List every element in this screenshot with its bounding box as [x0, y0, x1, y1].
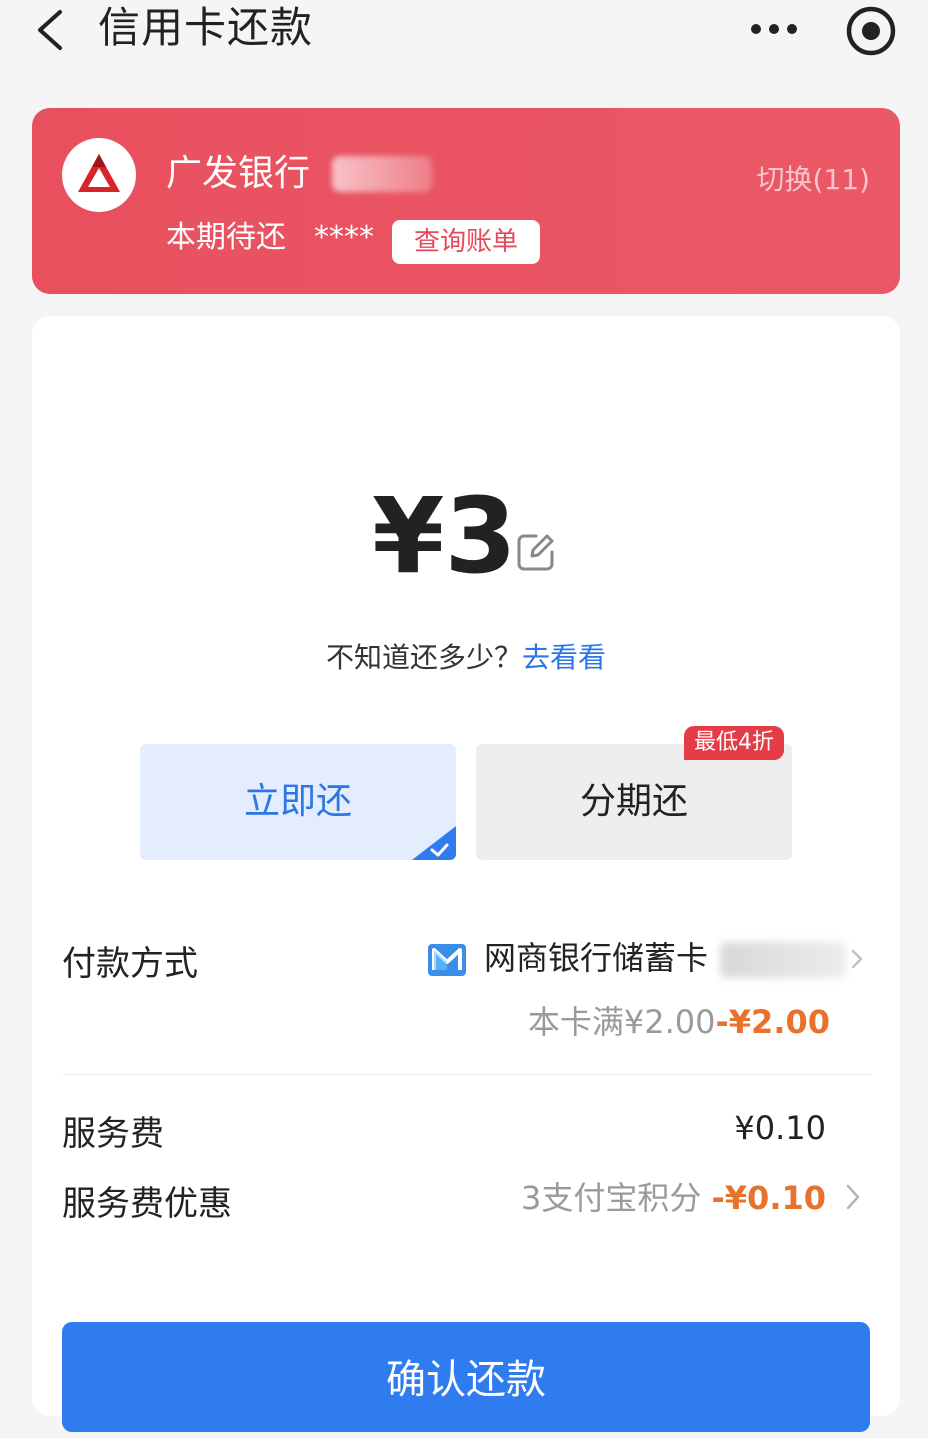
selected-check-icon — [412, 826, 456, 860]
hint-link[interactable]: 去看看 — [522, 641, 606, 674]
bank-logo-icon — [62, 138, 136, 212]
chevron-right-icon[interactable] — [850, 948, 864, 970]
fee-discount-value: -¥0.10 — [711, 1179, 827, 1217]
masked-card-number — [332, 156, 432, 192]
edit-icon[interactable] — [516, 532, 556, 572]
payment-method-label: 付款方式 — [62, 944, 198, 984]
installment-option[interactable]: 分期还 — [476, 744, 792, 860]
card-discount-value: -¥2.00 — [715, 1003, 831, 1041]
divider — [62, 1074, 872, 1075]
bank-card[interactable]: 广发银行 切换(11) 本期待还 **** 查询账单 — [32, 108, 900, 294]
switch-card-link[interactable]: 切换(11) — [757, 158, 870, 198]
page-title: 信用卡还款 — [98, 3, 314, 52]
payment-method-name[interactable]: 网商银行储蓄卡 — [484, 936, 708, 980]
chevron-left-icon[interactable] — [30, 6, 70, 54]
repay-now-label: 立即还 — [243, 781, 352, 822]
mybank-icon — [428, 944, 466, 976]
installment-label: 分期还 — [579, 781, 688, 822]
amount-hint: 不知道还多少？去看看 — [32, 636, 900, 676]
card-discount-condition: 本卡满¥2.00 — [527, 1003, 716, 1041]
fee-discount-detail[interactable]: 3支付宝积分 -¥0.10 — [521, 1176, 826, 1220]
fee-discount-desc: 3支付宝积分 — [520, 1179, 702, 1217]
service-fee-value: ¥0.10 — [734, 1109, 826, 1147]
repay-amount[interactable]: ¥3 — [372, 476, 517, 596]
repay-panel: ¥3 不知道还多少？去看看 立即还 分期还 最低4折 付款方式 网商银行储蓄卡 … — [32, 316, 900, 1432]
fee-discount-label: 服务费优惠 — [62, 1184, 232, 1224]
more-dots-icon[interactable] — [748, 14, 800, 44]
confirm-repay-button[interactable]: 确认还款 — [62, 1322, 870, 1432]
installment-badge: 最低4折 — [684, 726, 784, 760]
service-fee-label: 服务费 — [62, 1114, 164, 1154]
due-value: **** — [314, 220, 374, 255]
bank-name: 广发银行 — [166, 153, 311, 194]
repay-now-option[interactable]: 立即还 — [140, 744, 456, 860]
card-discount-line: 本卡满¥2.00-¥2.00 — [528, 1000, 830, 1044]
top-bar: 信用卡还款 — [0, 0, 928, 70]
target-icon[interactable] — [844, 4, 898, 58]
due-label: 本期待还 — [166, 220, 286, 255]
hint-text: 不知道还多少？ — [325, 641, 522, 674]
masked-account-number — [720, 942, 846, 978]
query-bill-button[interactable]: 查询账单 — [392, 220, 540, 264]
chevron-right-icon[interactable] — [844, 1182, 862, 1212]
